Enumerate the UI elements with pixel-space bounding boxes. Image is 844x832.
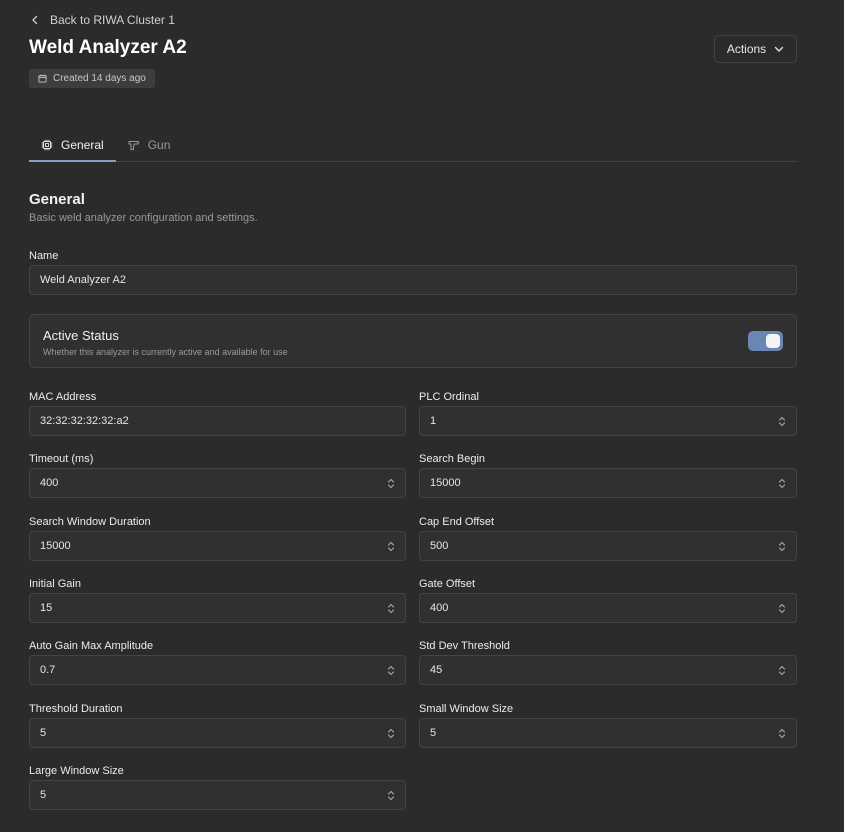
chevron-updown-icon[interactable]	[387, 478, 395, 489]
calendar-icon	[38, 74, 47, 83]
search-begin-stepper[interactable]: 15000	[419, 468, 797, 498]
plc-ordinal-value: 1	[430, 415, 437, 427]
gate-offset-stepper[interactable]: 400	[419, 593, 797, 623]
tab-gun[interactable]: Gun	[116, 128, 183, 161]
active-status-title: Active Status	[43, 328, 119, 343]
chevron-updown-icon[interactable]	[778, 603, 786, 614]
mac-address-input[interactable]: 32:32:32:32:32:a2	[29, 406, 406, 436]
chevron-updown-icon[interactable]	[778, 478, 786, 489]
std-dev-threshold-label: Std Dev Threshold	[419, 640, 510, 652]
created-badge: Created 14 days ago	[29, 69, 155, 88]
back-link[interactable]: Back to RIWA Cluster 1	[30, 12, 175, 28]
name-input[interactable]: Weld Analyzer A2	[29, 265, 797, 295]
threshold-duration-stepper[interactable]: 5	[29, 718, 406, 748]
chevron-updown-icon[interactable]	[387, 790, 395, 801]
gate-offset-label: Gate Offset	[419, 578, 476, 590]
auto-gain-max-amplitude-label: Auto Gain Max Amplitude	[29, 640, 154, 652]
search-window-duration-stepper[interactable]: 15000	[29, 531, 406, 561]
chip-icon	[41, 139, 53, 150]
large-window-size-value: 5	[40, 789, 47, 801]
tab-general[interactable]: General	[29, 128, 116, 162]
actions-button-label: Actions	[726, 42, 767, 56]
chevron-updown-icon[interactable]	[778, 728, 786, 739]
active-status-toggle[interactable]	[748, 331, 783, 351]
tab-gun-label: Gun	[147, 137, 171, 152]
section-description: Basic weld analyzer configuration and se…	[29, 212, 258, 224]
plc-ordinal-stepper[interactable]: 1	[419, 406, 797, 436]
initial-gain-stepper[interactable]: 15	[29, 593, 406, 623]
name-label: Name	[29, 250, 59, 262]
std-dev-threshold-value: 45	[430, 664, 443, 676]
toggle-knob	[766, 334, 780, 348]
tab-general-label: General	[61, 137, 104, 152]
created-badge-label: Created 14 days ago	[53, 73, 146, 84]
chevron-updown-icon[interactable]	[387, 541, 395, 552]
mac-address-label: MAC Address	[29, 391, 97, 403]
page-title: Weld Analyzer A2	[29, 37, 187, 58]
search-window-duration-value: 15000	[40, 540, 71, 552]
search-begin-value: 15000	[430, 477, 461, 489]
search-window-duration-label: Search Window Duration	[29, 516, 151, 528]
chevron-updown-icon[interactable]	[387, 665, 395, 676]
small-window-size-label: Small Window Size	[419, 703, 514, 715]
chevron-down-icon	[775, 46, 784, 52]
initial-gain-label: Initial Gain	[29, 578, 81, 590]
search-begin-label: Search Begin	[419, 453, 486, 465]
plc-ordinal-label: PLC Ordinal	[419, 391, 479, 403]
active-status-description: Whether this analyzer is currently activ…	[43, 347, 288, 357]
large-window-size-label: Large Window Size	[29, 765, 124, 777]
cap-end-offset-label: Cap End Offset	[419, 516, 495, 528]
tab-bar: General Gun	[29, 128, 797, 162]
chevron-updown-icon[interactable]	[387, 603, 395, 614]
chevron-updown-icon[interactable]	[778, 416, 786, 427]
small-window-size-stepper[interactable]: 5	[419, 718, 797, 748]
threshold-duration-value: 5	[40, 727, 47, 739]
chevron-left-icon	[32, 15, 38, 25]
cap-end-offset-value: 500	[430, 540, 449, 552]
large-window-size-stepper[interactable]: 5	[29, 780, 406, 810]
section-title: General	[29, 191, 85, 208]
gun-icon	[128, 140, 140, 150]
gate-offset-value: 400	[430, 602, 449, 614]
back-link-label: Back to RIWA Cluster 1	[50, 13, 175, 27]
mac-address-value: 32:32:32:32:32:a2	[40, 415, 129, 427]
std-dev-threshold-stepper[interactable]: 45	[419, 655, 797, 685]
auto-gain-max-amplitude-value: 0.7	[40, 664, 56, 676]
timeout-value: 400	[40, 477, 59, 489]
timeout-stepper[interactable]: 400	[29, 468, 406, 498]
name-value: Weld Analyzer A2	[40, 274, 127, 286]
timeout-label: Timeout (ms)	[29, 453, 94, 465]
chevron-updown-icon[interactable]	[778, 665, 786, 676]
chevron-updown-icon[interactable]	[387, 728, 395, 739]
cap-end-offset-stepper[interactable]: 500	[419, 531, 797, 561]
initial-gain-value: 15	[40, 602, 53, 614]
small-window-size-value: 5	[430, 727, 437, 739]
threshold-duration-label: Threshold Duration	[29, 703, 123, 715]
active-status-card: Active Status Whether this analyzer is c…	[29, 314, 797, 368]
actions-button[interactable]: Actions	[714, 35, 797, 63]
chevron-updown-icon[interactable]	[778, 541, 786, 552]
auto-gain-max-amplitude-stepper[interactable]: 0.7	[29, 655, 406, 685]
